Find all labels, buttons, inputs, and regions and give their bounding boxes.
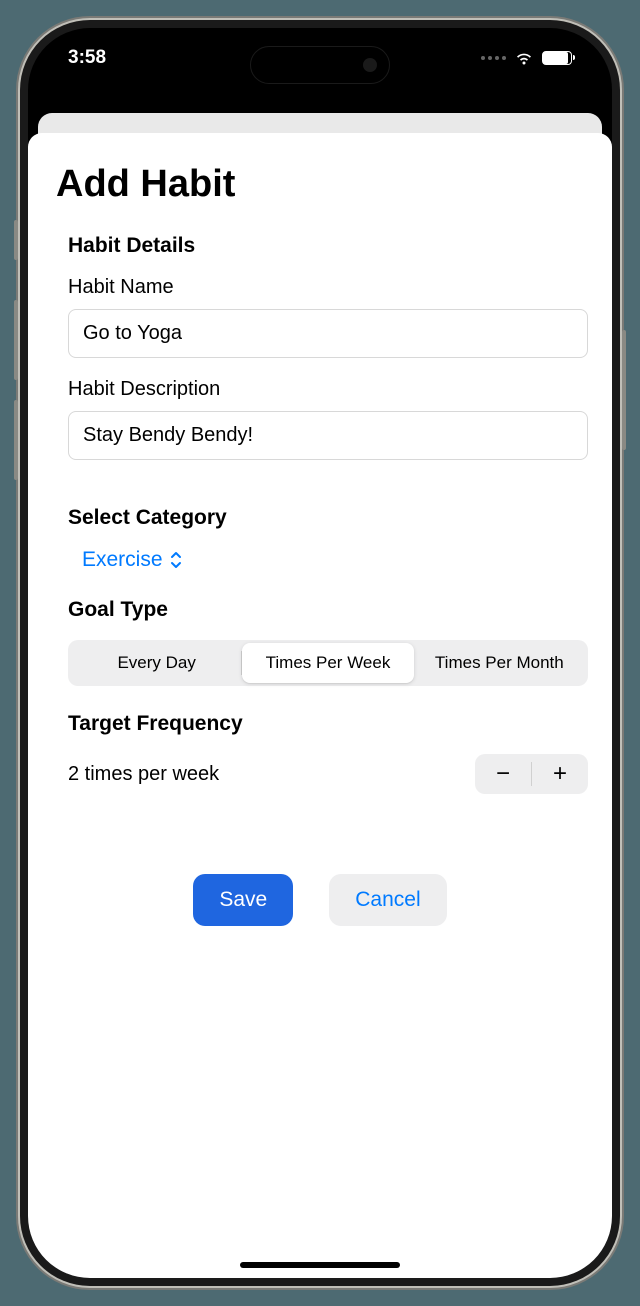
status-right: [481, 51, 572, 66]
goal-type-header: Goal Type: [68, 598, 588, 622]
volume-down-button: [14, 400, 18, 480]
goal-type-section: Goal Type Every Day Times Per Week Times…: [52, 598, 588, 686]
frequency-stepper[interactable]: − +: [475, 754, 588, 794]
category-picker[interactable]: Exercise: [82, 548, 183, 572]
habit-details-section: Habit Details Habit Name Habit Descripti…: [52, 234, 588, 480]
frequency-header: Target Frequency: [68, 712, 588, 736]
phone-screen: 3:58 Add Habit Habit Details Habit Name: [28, 28, 612, 1278]
habit-description-label: Habit Description: [68, 378, 588, 401]
action-buttons: Save Cancel: [52, 874, 588, 926]
frequency-value-text: 2 times per week: [68, 763, 219, 786]
habit-name-input[interactable]: [68, 309, 588, 358]
battery-icon: [542, 51, 572, 65]
front-camera: [363, 58, 377, 72]
segment-every-day[interactable]: Every Day: [71, 643, 242, 683]
side-switch: [14, 220, 18, 260]
cellular-icon: [481, 56, 506, 60]
modal-sheet: Add Habit Habit Details Habit Name Habit…: [28, 133, 612, 1278]
category-section: Select Category Exercise: [52, 506, 588, 572]
page-title: Add Habit: [56, 163, 588, 206]
phone-frame: 3:58 Add Habit Habit Details Habit Name: [20, 20, 620, 1286]
minus-icon: −: [496, 760, 510, 788]
status-time: 3:58: [68, 47, 106, 69]
volume-up-button: [14, 300, 18, 380]
category-selected-value: Exercise: [82, 548, 163, 572]
category-header: Select Category: [68, 506, 588, 530]
cancel-button[interactable]: Cancel: [329, 874, 446, 926]
stepper-minus-button[interactable]: −: [475, 754, 531, 794]
habit-name-label: Habit Name: [68, 276, 588, 299]
chevron-up-down-icon: [169, 551, 183, 569]
wifi-icon: [514, 51, 534, 66]
power-button: [622, 330, 626, 450]
dynamic-island: [250, 46, 390, 84]
habit-description-input[interactable]: [68, 411, 588, 460]
plus-icon: +: [553, 760, 567, 788]
home-indicator[interactable]: [240, 1262, 400, 1268]
frequency-section: Target Frequency 2 times per week − +: [52, 712, 588, 794]
segment-times-per-month[interactable]: Times Per Month: [414, 643, 585, 683]
habit-details-header: Habit Details: [68, 234, 588, 258]
status-bar: 3:58: [28, 28, 612, 88]
save-button[interactable]: Save: [193, 874, 293, 926]
stepper-plus-button[interactable]: +: [532, 754, 588, 794]
goal-type-segmented-control[interactable]: Every Day Times Per Week Times Per Month: [68, 640, 588, 686]
segment-times-per-week[interactable]: Times Per Week: [242, 643, 413, 683]
